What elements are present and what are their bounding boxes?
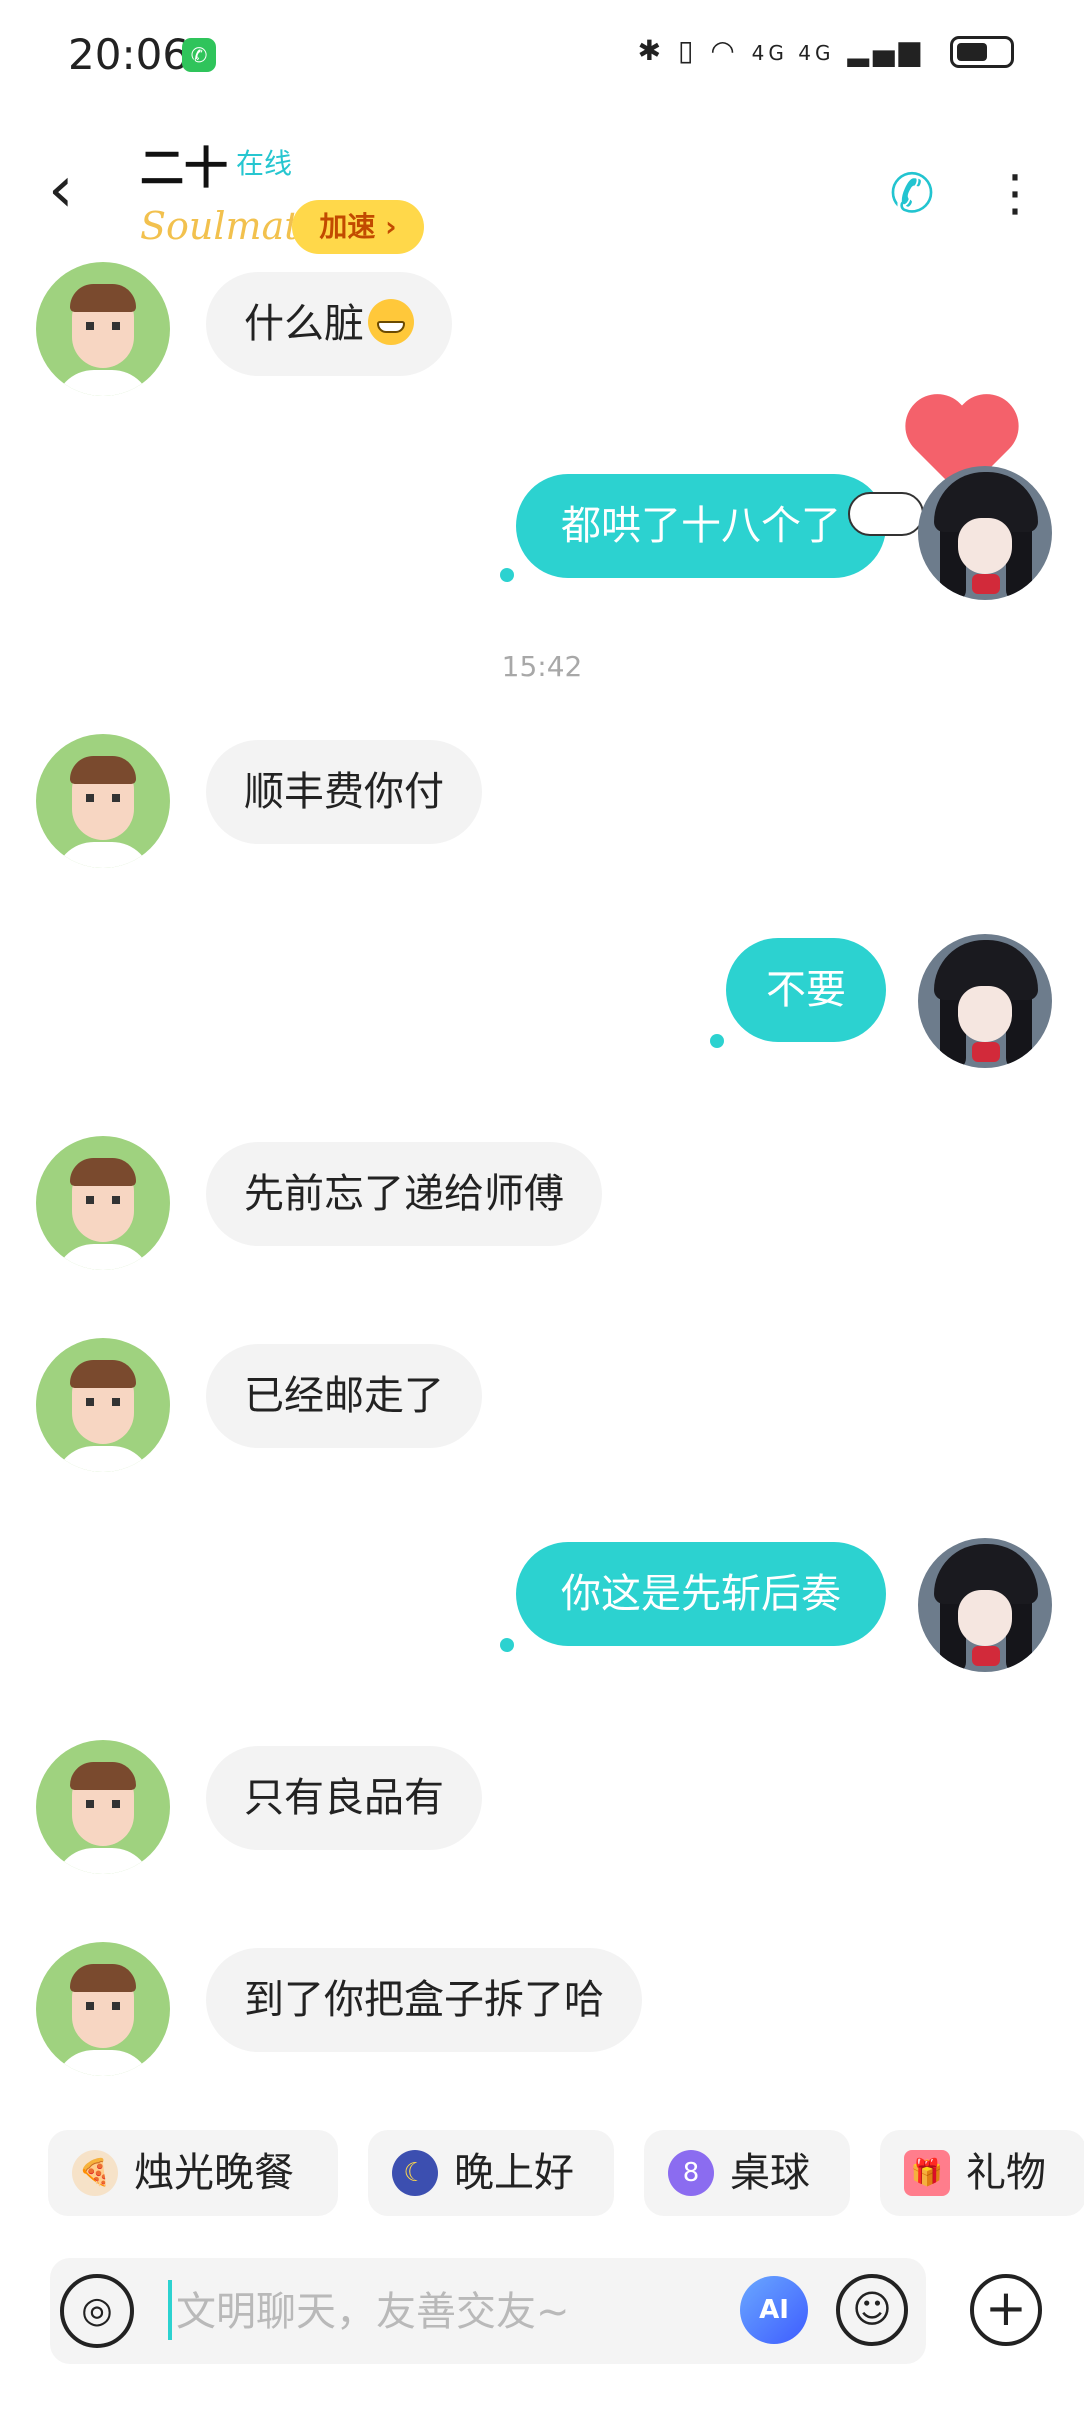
- gift-icon: 🎁: [904, 2150, 950, 2196]
- message-text: 已经邮走了: [244, 1373, 444, 1419]
- my-avatar[interactable]: [918, 466, 1052, 600]
- back-arrow-icon[interactable]: ‹: [48, 158, 88, 222]
- status-bar: 20:06 ✆ ✱ ▯ ◠ 4G 4G ▂▄▆: [0, 0, 1084, 110]
- ai-assistant-icon[interactable]: AI: [740, 2276, 808, 2344]
- contact-avatar[interactable]: [36, 1136, 170, 1270]
- message-bubble-incoming[interactable]: 先前忘了递给师傅: [206, 1142, 602, 1246]
- message-bubble-incoming[interactable]: 只有良品有: [206, 1746, 482, 1850]
- message-bubble-incoming[interactable]: 到了你把盒子拆了哈: [206, 1948, 642, 2052]
- message-text: 什么脏: [244, 301, 364, 347]
- video-call-icon[interactable]: ✆: [880, 162, 944, 226]
- read-indicator-dot: [500, 568, 514, 582]
- quick-action-label: 桌球: [730, 2150, 810, 2196]
- contact-avatar[interactable]: [36, 1942, 170, 2076]
- message-bubble-outgoing[interactable]: 不要: [726, 938, 886, 1042]
- quick-action-label: 礼物: [966, 2150, 1046, 2196]
- speed-up-button[interactable]: 加速 ›: [292, 200, 424, 254]
- network-label: 4G 4G: [751, 41, 835, 65]
- quick-action-label: 晚上好: [454, 2150, 574, 2196]
- voice-input-icon[interactable]: ◎: [60, 2274, 134, 2348]
- wechat-icon: ✆: [182, 38, 216, 72]
- text-caret: [168, 2280, 172, 2340]
- contact-avatar[interactable]: [36, 734, 170, 868]
- message-bubble-incoming[interactable]: 什么脏: [206, 272, 452, 376]
- bluetooth-icon: ✱: [637, 34, 666, 67]
- my-avatar[interactable]: [918, 1538, 1052, 1672]
- online-status: 在线: [236, 147, 293, 180]
- quick-action-billiards[interactable]: 8 桌球: [644, 2130, 850, 2216]
- read-indicator-dot: [500, 1638, 514, 1652]
- my-avatar[interactable]: [918, 934, 1052, 1068]
- message-text: 不要: [766, 967, 846, 1013]
- battery-icon: [950, 36, 1014, 68]
- contact-avatar[interactable]: [36, 262, 170, 396]
- pet-sticker-icon: [848, 492, 924, 536]
- contact-name[interactable]: 二十: [140, 132, 228, 196]
- quick-action-good-evening[interactable]: ☾ 晚上好: [368, 2130, 614, 2216]
- message-text: 只有良品有: [244, 1775, 444, 1821]
- quick-action-candlelight-dinner[interactable]: 🍕 烛光晚餐: [48, 2130, 338, 2216]
- billiard-ball-icon: 8: [668, 2150, 714, 2196]
- emoji-icon[interactable]: ☺: [836, 2274, 908, 2346]
- moon-icon: ☾: [392, 2150, 438, 2196]
- message-input[interactable]: [174, 2268, 738, 2356]
- message-text: 顺丰费你付: [244, 769, 444, 815]
- message-text: 你这是先斩后奏: [561, 1571, 841, 1617]
- dinner-icon: 🍕: [72, 2150, 118, 2196]
- grinning-face-icon: [368, 299, 414, 345]
- message-bubble-incoming[interactable]: 已经邮走了: [206, 1344, 482, 1448]
- wifi-icon: ◠: [710, 34, 739, 67]
- message-bubble-outgoing[interactable]: 都哄了十八个了: [516, 474, 886, 578]
- timestamp: 15:42: [501, 650, 583, 683]
- message-text: 都哄了十八个了: [561, 503, 841, 549]
- message-text: 到了你把盒子拆了哈: [244, 1977, 604, 2023]
- contact-avatar[interactable]: [36, 1338, 170, 1472]
- add-attachment-icon[interactable]: +: [970, 2274, 1042, 2346]
- message-bubble-incoming[interactable]: 顺丰费你付: [206, 740, 482, 844]
- message-bubble-outgoing[interactable]: 你这是先斩后奏: [516, 1542, 886, 1646]
- chat-header: ‹ 二十 在线 Soulmate 加速 › ✆ ⋮: [0, 110, 1084, 270]
- message-text: 先前忘了递给师傅: [244, 1171, 564, 1217]
- cell-signal-icon: ▂▄▆: [847, 34, 924, 67]
- quick-action-label: 烛光晚餐: [134, 2150, 294, 2196]
- quick-action-gift[interactable]: 🎁 礼物: [880, 2130, 1084, 2216]
- contact-avatar[interactable]: [36, 1740, 170, 1874]
- status-time: 20:06: [68, 30, 190, 79]
- more-vertical-icon[interactable]: ⋮: [990, 158, 1040, 228]
- vibrate-icon: ▯: [678, 34, 698, 67]
- signal-icons: ✱ ▯ ◠ 4G 4G ▂▄▆: [638, 34, 924, 67]
- read-indicator-dot: [710, 1034, 724, 1048]
